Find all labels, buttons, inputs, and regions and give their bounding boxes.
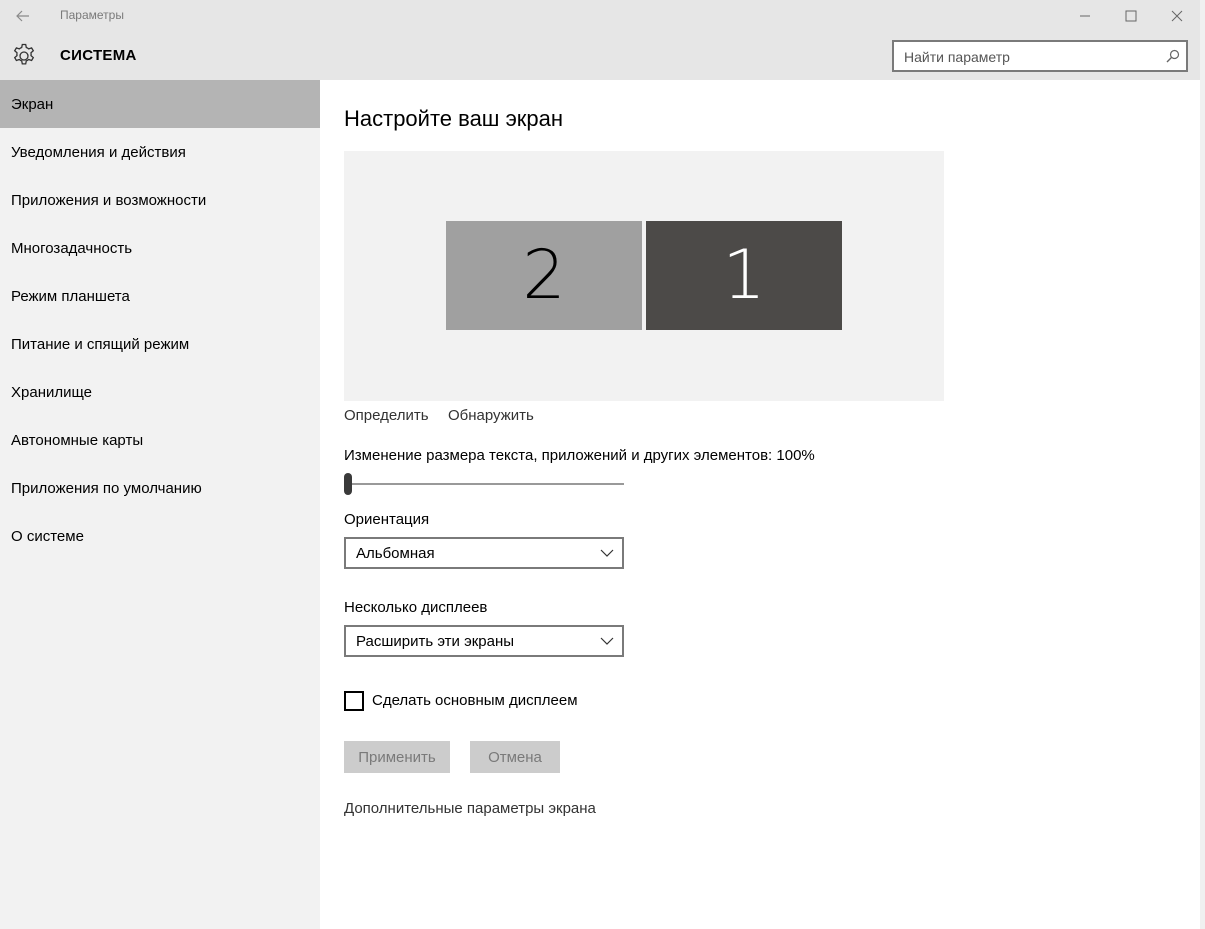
- multi-display-dropdown[interactable]: Расширить эти экраны: [344, 625, 624, 657]
- settings-header: СИСТЕМА: [0, 32, 1200, 80]
- orientation-dropdown[interactable]: Альбомная: [344, 537, 624, 569]
- monitor-1[interactable]: 1: [646, 221, 842, 330]
- sidebar-item-power-sleep[interactable]: Питание и спящий режим: [0, 320, 320, 368]
- make-main-display-checkbox[interactable]: [344, 691, 364, 711]
- monitor-2[interactable]: 2: [446, 221, 642, 330]
- apply-button[interactable]: Применить: [344, 741, 450, 773]
- arrow-left-icon: [16, 10, 29, 22]
- chevron-down-icon: [600, 549, 614, 557]
- sidebar-item-label: Приложения и возможности: [11, 191, 207, 209]
- close-button[interactable]: [1154, 0, 1200, 32]
- scale-label: Изменение размера текста, приложений и д…: [344, 447, 815, 464]
- minimize-button[interactable]: [1062, 0, 1108, 32]
- sidebar-item-label: Автономные карты: [11, 431, 144, 449]
- sidebar-item-label: Режим планшета: [11, 287, 130, 305]
- sidebar-item-apps-features[interactable]: Приложения и возможности: [0, 176, 320, 224]
- maximize-icon: [1125, 10, 1137, 22]
- sidebar-item-label: Экран: [11, 95, 54, 113]
- sidebar-item-display[interactable]: Экран: [0, 80, 320, 128]
- orientation-label: Ориентация: [344, 511, 430, 528]
- sidebar-item-multitasking[interactable]: Многозадачность: [0, 224, 320, 272]
- close-icon: [1171, 10, 1183, 22]
- sidebar-item-tablet-mode[interactable]: Режим планшета: [0, 272, 320, 320]
- back-button[interactable]: [0, 0, 46, 32]
- display-arrangement: 2 1: [344, 151, 944, 401]
- slider-track: [344, 483, 624, 485]
- title-bar: Параметры: [0, 0, 1200, 32]
- make-main-display-label[interactable]: Сделать основным дисплеем: [372, 692, 578, 709]
- search-input[interactable]: [904, 47, 1154, 67]
- slider-thumb[interactable]: [344, 473, 352, 495]
- sidebar-item-storage[interactable]: Хранилище: [0, 368, 320, 416]
- section-title: СИСТЕМА: [60, 47, 137, 64]
- sidebar-item-label: О системе: [11, 527, 84, 545]
- scale-slider[interactable]: [344, 473, 624, 497]
- multi-display-label: Несколько дисплеев: [344, 599, 488, 616]
- desktop-background: [1200, 0, 1205, 929]
- settings-window: Параметры СИСТЕМА Найти параметр Экран У…: [0, 0, 1200, 929]
- sidebar-item-notifications[interactable]: Уведомления и действия: [0, 128, 320, 176]
- sidebar-item-label: Многозадачность: [11, 239, 133, 257]
- gear-icon: [13, 43, 35, 65]
- identify-link[interactable]: Определить: [344, 407, 429, 424]
- sidebar-item-label: Питание и спящий режим: [11, 335, 190, 353]
- sidebar: Экран Уведомления и действия Приложения …: [0, 80, 320, 929]
- window-title: Параметры: [60, 8, 124, 22]
- cancel-button[interactable]: Отмена: [470, 741, 560, 773]
- sidebar-item-about[interactable]: О системе: [0, 512, 320, 560]
- page-title: Настройте ваш экран: [344, 106, 564, 131]
- sidebar-item-label: Приложения по умолчанию: [11, 479, 202, 497]
- monitor-number: 2: [522, 236, 566, 315]
- search-icon[interactable]: [1166, 49, 1180, 63]
- sidebar-item-default-apps[interactable]: Приложения по умолчанию: [0, 464, 320, 512]
- sidebar-item-offline-maps[interactable]: Автономные карты: [0, 416, 320, 464]
- maximize-button[interactable]: [1108, 0, 1154, 32]
- monitor-number: 1: [722, 236, 766, 315]
- orientation-value: Альбомная: [356, 544, 435, 562]
- main-content: Настройте ваш экран 2 1 Определить Обнар…: [320, 80, 1200, 929]
- minimize-icon: [1080, 15, 1090, 17]
- chevron-down-icon: [600, 637, 614, 645]
- advanced-display-settings-link[interactable]: Дополнительные параметры экрана: [344, 800, 596, 817]
- detect-link[interactable]: Обнаружить: [448, 407, 534, 424]
- sidebar-item-label: Хранилище: [11, 383, 92, 401]
- sidebar-item-label: Уведомления и действия: [11, 143, 186, 161]
- multi-display-value: Расширить эти экраны: [356, 632, 515, 650]
- search-box[interactable]: [892, 40, 1188, 72]
